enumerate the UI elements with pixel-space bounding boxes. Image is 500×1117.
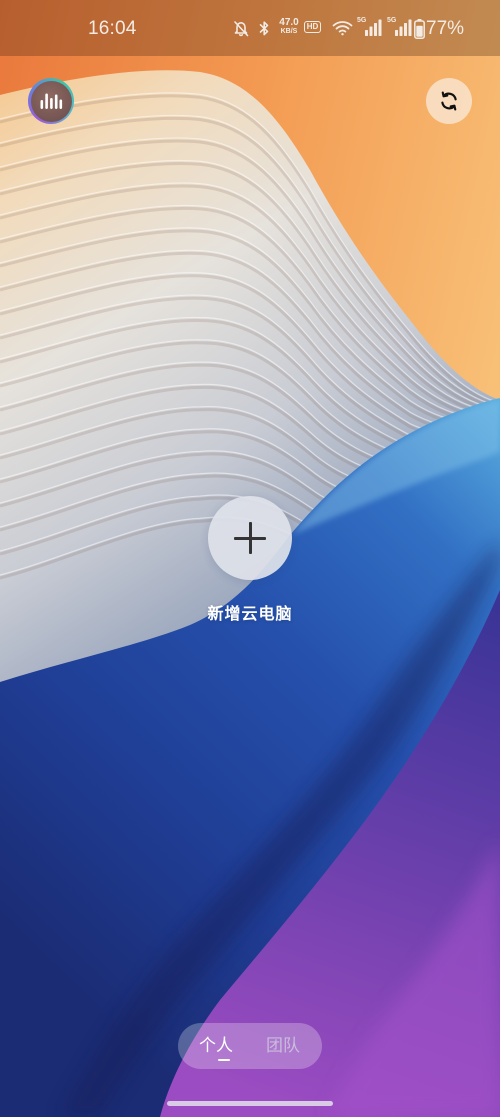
audio-bars-icon	[40, 93, 63, 109]
signal-bars-icon	[365, 19, 382, 36]
tab-team[interactable]: 团队	[253, 1023, 313, 1069]
add-cloud-pc-label[interactable]: 新增云电脑	[0, 602, 500, 626]
battery-fill	[416, 25, 423, 37]
avatar-image	[30, 80, 72, 122]
sync-icon	[441, 91, 457, 111]
refresh-button[interactable]	[426, 78, 472, 124]
signal-bars-icon	[395, 19, 412, 36]
add-cloud-pc-button[interactable]	[208, 496, 292, 580]
plus-icon	[234, 522, 266, 554]
tab-personal-label: 个人	[199, 1036, 233, 1056]
tab-personal[interactable]: 个人	[186, 1023, 246, 1069]
bell-off-icon	[234, 21, 249, 37]
bluetooth-icon	[259, 21, 269, 36]
network-speed-value: 47.0	[279, 17, 299, 28]
battery-percent: 77%	[426, 18, 465, 39]
segmented-tab-bar: 个人 团队	[178, 1023, 322, 1069]
status-bar: 16:04 47.0 KB/S HD 5G 5G 77%	[0, 0, 500, 56]
avatar[interactable]	[28, 78, 74, 124]
home-indicator[interactable]	[167, 1101, 333, 1106]
sim2-signal: 5G	[387, 17, 412, 37]
network-speed: 47.0 KB/S	[277, 17, 301, 36]
tab-selected-indicator	[218, 1059, 230, 1061]
network-speed-unit: KB/S	[280, 28, 298, 35]
wifi-icon	[332, 21, 353, 36]
hd-icon: HD	[304, 21, 321, 33]
tab-team-label: 团队	[266, 1036, 300, 1056]
battery-icon	[414, 19, 425, 39]
sim1-signal: 5G	[357, 17, 382, 37]
status-time: 16:04	[88, 18, 137, 39]
